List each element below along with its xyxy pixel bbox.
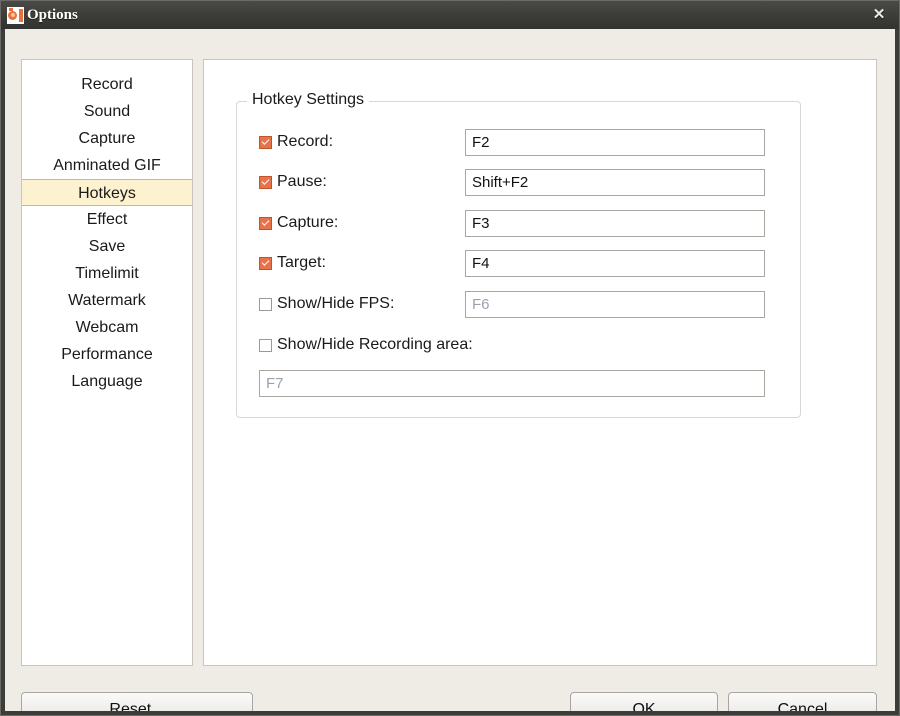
sidebar-item-capture[interactable]: Capture <box>22 125 192 152</box>
checkbox-show-hide-recording-area[interactable] <box>259 338 272 352</box>
sidebar-item-record[interactable]: Record <box>22 71 192 98</box>
hotkey-row-target: Target: <box>237 248 800 278</box>
hotkey-label-show-hide-recording-area-text: Show/Hide Recording area: <box>277 336 473 353</box>
sidebar-item-webcam[interactable]: Webcam <box>22 314 192 341</box>
hotkey-label-pause: Pause: <box>259 167 327 197</box>
reset-button[interactable]: Reset... <box>21 692 253 711</box>
title-bar: Options ✕ <box>1 1 899 29</box>
hotkey-label-capture: Capture: <box>259 208 338 238</box>
cancel-button-label: ancel <box>789 701 828 711</box>
hotkey-input-record[interactable] <box>465 129 765 156</box>
sidebar-item-effect[interactable]: Effect <box>22 206 192 233</box>
hotkey-settings-group: Hotkey Settings Record: Pause: <box>236 91 801 418</box>
hotkey-row-capture: Capture: <box>237 208 800 238</box>
cancel-button-accel: C <box>777 701 790 711</box>
hotkey-row-show-hide-recording-area-label: Show/Hide Recording area: <box>237 330 800 360</box>
sidebar-item-save[interactable]: Save <box>22 233 192 260</box>
hotkey-input-pause[interactable] <box>465 169 765 196</box>
hotkey-label-target: Target: <box>259 248 326 278</box>
hotkey-label-target-text: Target: <box>277 254 326 271</box>
options-dialog-window: Options ✕ Record Sound Capture Anminated… <box>0 0 900 716</box>
reset-button-label: eset... <box>120 701 165 711</box>
hotkey-label-show-hide-recording-area: Show/Hide Recording area: <box>259 330 473 360</box>
hotkey-label-capture-text: Capture: <box>277 214 339 231</box>
hotkey-input-show-hide-recording-area[interactable] <box>259 370 765 397</box>
checkbox-show-hide-fps[interactable] <box>259 297 272 311</box>
ok-button[interactable]: OK <box>570 692 718 711</box>
hotkey-input-show-hide-fps[interactable] <box>465 291 765 318</box>
group-title: Hotkey Settings <box>247 91 370 109</box>
hotkey-row-record: Record: <box>237 127 800 157</box>
checkbox-capture[interactable] <box>259 216 272 230</box>
dialog-body: Record Sound Capture Anminated GIF Hotke… <box>5 29 895 711</box>
checkbox-pause[interactable] <box>259 175 272 189</box>
cancel-button[interactable]: Cancel <box>728 692 877 711</box>
sidebar-item-hotkeys[interactable]: Hotkeys <box>22 179 192 206</box>
close-icon[interactable]: ✕ <box>867 3 891 25</box>
camera-record-icon <box>7 6 24 24</box>
hotkey-row-show-hide-fps: Show/Hide FPS: <box>237 289 800 319</box>
ok-button-accel: O <box>632 701 645 711</box>
sidebar-item-animated-gif[interactable]: Anminated GIF <box>22 152 192 179</box>
hotkey-label-pause-text: Pause: <box>277 173 327 190</box>
hotkey-input-target[interactable] <box>465 250 765 277</box>
settings-content-panel: Hotkey Settings Record: Pause: <box>203 59 877 666</box>
hotkey-label-record-text: Record: <box>277 133 334 150</box>
hotkey-input-capture[interactable] <box>465 210 765 237</box>
checkbox-target[interactable] <box>259 256 272 270</box>
ok-button-label: K <box>644 701 656 711</box>
hotkey-label-record: Record: <box>259 127 333 157</box>
sidebar-item-performance[interactable]: Performance <box>22 341 192 368</box>
reset-button-accel: R <box>109 701 121 711</box>
sidebar-item-watermark[interactable]: Watermark <box>22 287 192 314</box>
window-title: Options <box>27 6 78 23</box>
settings-category-list[interactable]: Record Sound Capture Anminated GIF Hotke… <box>21 59 193 666</box>
sidebar-item-sound[interactable]: Sound <box>22 98 192 125</box>
sidebar-item-language[interactable]: Language <box>22 368 192 395</box>
hotkey-row-show-hide-recording-area-input <box>237 368 800 398</box>
hotkey-label-show-hide-fps: Show/Hide FPS: <box>259 289 394 319</box>
checkbox-record[interactable] <box>259 135 272 149</box>
hotkey-label-show-hide-fps-text: Show/Hide FPS: <box>277 295 395 312</box>
sidebar-item-timelimit[interactable]: Timelimit <box>22 260 192 287</box>
hotkey-row-pause: Pause: <box>237 167 800 197</box>
